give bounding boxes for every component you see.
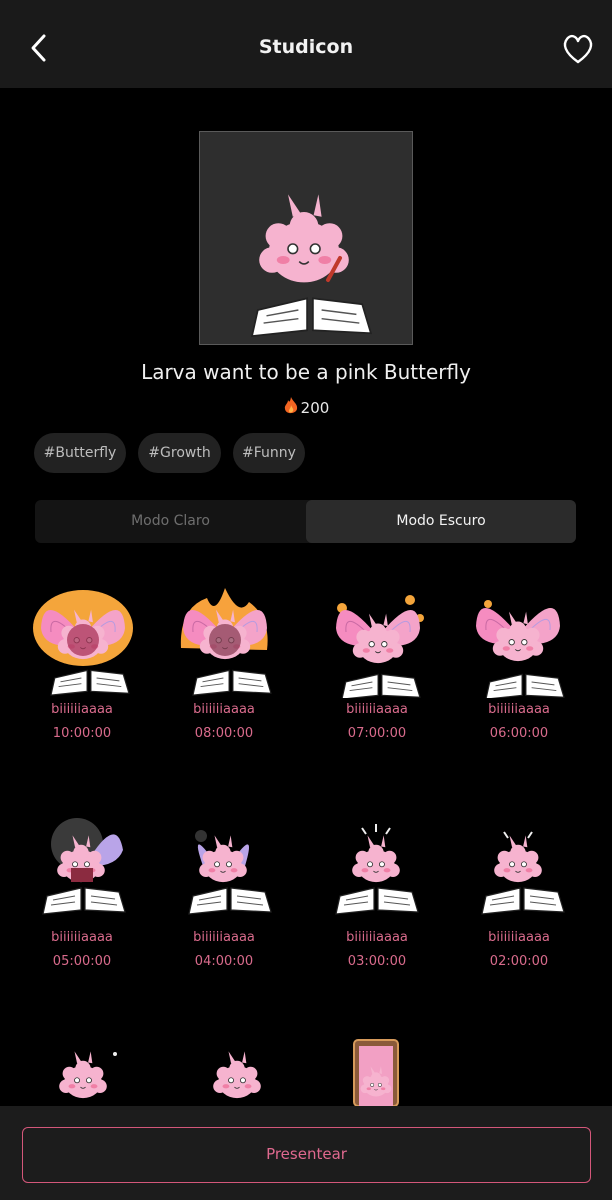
flame-icon <box>283 396 299 420</box>
tag-chip[interactable]: #Growth <box>138 433 221 473</box>
sticker-name: biiiiiiaaaa <box>346 930 408 945</box>
favorite-button[interactable] <box>560 32 596 66</box>
sticker-item[interactable]: biiiiiiaaaa 10:00:00 <box>17 578 147 746</box>
sticker-image <box>312 578 442 700</box>
mode-toggle: Modo Claro Modo Escuro <box>35 500 576 543</box>
sticker-item[interactable]: biiiiiiaaaa 03:00:00 <box>312 806 442 974</box>
pack-title: Larva want to be a pink Butterfly <box>141 360 471 384</box>
sticker-image <box>17 806 147 926</box>
sticker-image <box>454 578 584 700</box>
top-bar: Studicon <box>0 0 612 88</box>
sticker-time: 10:00:00 <box>52 726 112 741</box>
sticker-time: 07:00:00 <box>347 726 407 741</box>
price-value: 200 <box>300 399 330 417</box>
sticker-image <box>312 1030 442 1107</box>
tag-chip[interactable]: #Funny <box>233 433 305 473</box>
sticker-name: biiiiiiaaaa <box>346 702 408 717</box>
sticker-time: 04:00:00 <box>194 954 254 969</box>
sticker-image <box>159 1030 289 1106</box>
sticker-image <box>159 578 289 698</box>
sticker-name: biiiiiiaaaa <box>488 930 550 945</box>
pack-cover-image <box>199 131 413 345</box>
sticker-time: 08:00:00 <box>194 726 254 741</box>
sticker-time: 06:00:00 <box>489 726 549 741</box>
sticker-item[interactable]: biiiiiiaaaa 04:00:00 <box>159 806 289 974</box>
page-title: Studicon <box>258 36 354 58</box>
sticker-name: biiiiiiaaaa <box>51 930 113 945</box>
sticker-name: biiiiiiaaaa <box>488 702 550 717</box>
sticker-name: biiiiiiaaaa <box>193 930 255 945</box>
sticker-name: biiiiiiaaaa <box>193 702 255 717</box>
sticker-time: 02:00:00 <box>489 954 549 969</box>
sticker-image <box>17 578 147 698</box>
sticker-image <box>159 806 289 926</box>
light-mode-tab[interactable]: Modo Claro <box>35 500 306 543</box>
sticker-item[interactable]: biiiiiiaaaa 05:00:00 <box>17 806 147 974</box>
sticker-image <box>454 806 584 926</box>
sticker-name: biiiiiiaaaa <box>51 702 113 717</box>
sticker-image <box>312 806 442 926</box>
sticker-time: 03:00:00 <box>347 954 407 969</box>
sticker-item[interactable]: biiiiiiaaaa 07:00:00 <box>312 578 442 746</box>
heart-outline-icon <box>563 34 593 64</box>
sticker-item[interactable] <box>312 1030 442 1107</box>
pack-price: 200 <box>0 396 612 420</box>
dark-mode-tab[interactable]: Modo Escuro <box>306 500 576 543</box>
sticker-item[interactable]: biiiiiiaaaa 08:00:00 <box>159 578 289 746</box>
gift-button[interactable]: Presentear <box>22 1127 591 1183</box>
tag-chip[interactable]: #Butterfly <box>34 433 126 473</box>
bottom-bar: Presentear <box>0 1106 612 1200</box>
sticker-item[interactable]: biiiiiiaaaa 02:00:00 <box>454 806 584 974</box>
sticker-item[interactable]: biiiiiiaaaa 06:00:00 <box>454 578 584 746</box>
sticker-time: 05:00:00 <box>52 954 112 969</box>
sticker-item[interactable] <box>17 1030 147 1106</box>
sticker-item[interactable] <box>159 1030 289 1106</box>
sticker-image <box>17 1030 147 1106</box>
